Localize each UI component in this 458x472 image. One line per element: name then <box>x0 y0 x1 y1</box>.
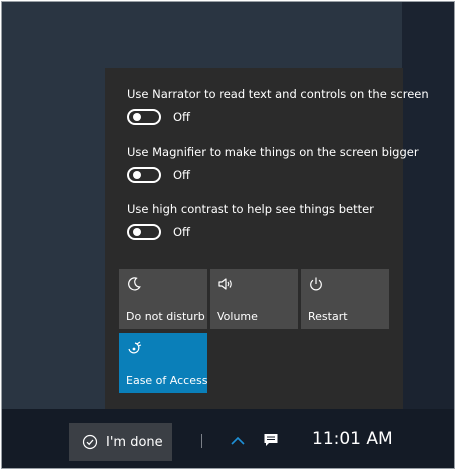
moon-icon <box>128 277 141 291</box>
high-contrast-toggle[interactable] <box>127 224 161 240</box>
narrator-option: Use Narrator to read text and controls o… <box>127 87 429 125</box>
narrator-label: Use Narrator to read text and controls o… <box>127 87 429 101</box>
check-circle-icon <box>82 434 98 450</box>
ease-of-access-label: Ease of Access <box>126 374 208 387</box>
desktop-edge <box>402 2 454 409</box>
volume-tile[interactable]: Volume <box>210 269 298 329</box>
im-done-label: I'm done <box>106 434 163 450</box>
high-contrast-option: Use high contrast to help see things bet… <box>127 202 374 240</box>
taskbar: I'm done 11:01 AM <box>2 409 454 468</box>
narrator-toggle[interactable] <box>127 109 161 125</box>
volume-label: Volume <box>217 310 258 323</box>
do-not-disturb-tile[interactable]: Do not disturb <box>119 269 207 329</box>
im-done-button[interactable]: I'm done <box>69 423 172 461</box>
restart-tile[interactable]: Restart <box>301 269 389 329</box>
speaker-icon <box>218 278 232 290</box>
magnifier-state: Off <box>173 168 190 182</box>
ease-of-access-icon <box>128 341 142 354</box>
high-contrast-label: Use high contrast to help see things bet… <box>127 202 374 216</box>
restart-label: Restart <box>308 310 348 323</box>
magnifier-label: Use Magnifier to make things on the scre… <box>127 145 419 159</box>
narrator-state: Off <box>173 110 190 124</box>
high-contrast-state: Off <box>173 225 190 239</box>
magnifier-option: Use Magnifier to make things on the scre… <box>127 145 419 183</box>
screen-frame: Use Narrator to read text and controls o… <box>1 1 455 469</box>
taskbar-separator <box>201 434 202 448</box>
toggle-knob <box>133 228 141 236</box>
notification-icon[interactable] <box>263 432 279 448</box>
clock[interactable]: 11:01 AM <box>312 429 393 449</box>
magnifier-toggle[interactable] <box>127 167 161 183</box>
chevron-up-icon[interactable] <box>230 435 246 447</box>
ease-of-access-flyout: Use Narrator to read text and controls o… <box>105 68 429 409</box>
toggle-knob <box>133 171 141 179</box>
ease-of-access-tile[interactable]: Ease of Access <box>119 333 207 393</box>
toggle-knob <box>133 113 141 121</box>
do-not-disturb-label: Do not disturb <box>126 310 205 323</box>
power-icon <box>310 277 322 291</box>
